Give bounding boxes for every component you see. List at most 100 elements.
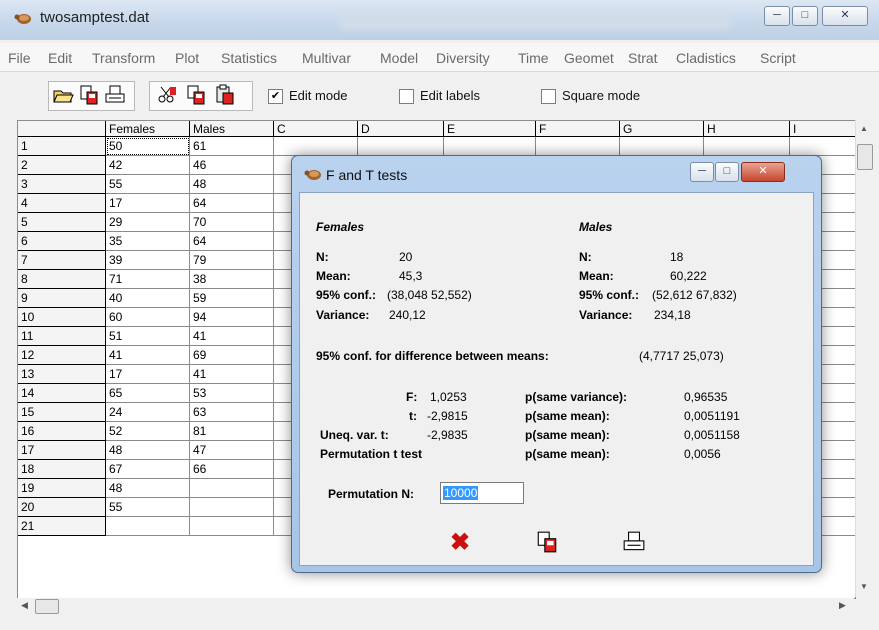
cell-males[interactable]: 79 bbox=[190, 251, 274, 270]
row-header[interactable]: 9 bbox=[18, 289, 106, 308]
row-header[interactable]: 3 bbox=[18, 175, 106, 194]
column-header[interactable]: C bbox=[274, 121, 358, 137]
cell-males[interactable]: 41 bbox=[190, 365, 274, 384]
cell-males[interactable]: 41 bbox=[190, 327, 274, 346]
cell-empty[interactable] bbox=[790, 137, 855, 156]
cell-empty[interactable] bbox=[620, 137, 704, 156]
cell-females[interactable]: 39 bbox=[106, 251, 190, 270]
paste-icon[interactable] bbox=[214, 84, 236, 106]
cell-females[interactable]: 55 bbox=[106, 498, 190, 517]
cancel-button[interactable]: ✖ bbox=[445, 528, 475, 558]
row-header[interactable]: 8 bbox=[18, 270, 106, 289]
row-header[interactable]: 11 bbox=[18, 327, 106, 346]
cell-females[interactable]: 67 bbox=[106, 460, 190, 479]
cell-females[interactable]: 41 bbox=[106, 346, 190, 365]
row-header[interactable]: 13 bbox=[18, 365, 106, 384]
menu-script[interactable]: Script bbox=[760, 50, 796, 66]
cell-males[interactable]: 46 bbox=[190, 156, 274, 175]
scroll-thumb[interactable] bbox=[857, 144, 873, 170]
cell-females[interactable]: 65 bbox=[106, 384, 190, 403]
row-header[interactable]: 10 bbox=[18, 308, 106, 327]
print-results-button[interactable] bbox=[622, 530, 646, 554]
cell-females[interactable]: 48 bbox=[106, 479, 190, 498]
cell-males[interactable]: 38 bbox=[190, 270, 274, 289]
column-header[interactable]: E bbox=[444, 121, 536, 137]
cell-females[interactable]: 50 bbox=[106, 137, 190, 156]
menu-multivar[interactable]: Multivar bbox=[302, 50, 351, 66]
square-mode-checkbox[interactable] bbox=[541, 89, 556, 104]
row-header[interactable]: 20 bbox=[18, 498, 106, 517]
cell-males[interactable]: 64 bbox=[190, 194, 274, 213]
horizontal-scrollbar[interactable]: ◀ ▶ bbox=[17, 598, 854, 615]
column-header[interactable]: D bbox=[358, 121, 444, 137]
edit-labels-checkbox[interactable] bbox=[399, 89, 414, 104]
cell-males[interactable]: 70 bbox=[190, 213, 274, 232]
menu-diversity[interactable]: Diversity bbox=[436, 50, 490, 66]
column-header[interactable]: H bbox=[704, 121, 790, 137]
menu-strat[interactable]: Strat bbox=[628, 50, 658, 66]
scroll-up-icon[interactable]: ▲ bbox=[858, 124, 870, 134]
column-header[interactable]: Males bbox=[190, 121, 274, 137]
scroll-down-icon[interactable]: ▼ bbox=[858, 582, 870, 592]
cell-females[interactable]: 29 bbox=[106, 213, 190, 232]
cell-females[interactable]: 42 bbox=[106, 156, 190, 175]
cell-females[interactable]: 48 bbox=[106, 441, 190, 460]
dialog-close-button[interactable]: ✕ bbox=[741, 162, 785, 182]
row-header[interactable]: 5 bbox=[18, 213, 106, 232]
cell-males[interactable]: 94 bbox=[190, 308, 274, 327]
save-icon[interactable] bbox=[78, 84, 100, 106]
permutation-n-input[interactable]: 10000 bbox=[440, 482, 524, 504]
column-header[interactable]: F bbox=[536, 121, 620, 137]
cell-empty[interactable] bbox=[444, 137, 536, 156]
cell-males[interactable]: 59 bbox=[190, 289, 274, 308]
print-icon[interactable] bbox=[104, 84, 126, 106]
dialog-maximize-button[interactable]: □ bbox=[715, 162, 739, 182]
menu-time[interactable]: Time bbox=[518, 50, 549, 66]
row-header[interactable]: 18 bbox=[18, 460, 106, 479]
cell-females[interactable]: 40 bbox=[106, 289, 190, 308]
cell-females[interactable] bbox=[106, 517, 190, 536]
row-header[interactable]: 19 bbox=[18, 479, 106, 498]
column-header[interactable]: Females bbox=[106, 121, 190, 137]
scroll-left-icon[interactable]: ◀ bbox=[21, 600, 28, 611]
cell-females[interactable]: 71 bbox=[106, 270, 190, 289]
cell-males[interactable]: 53 bbox=[190, 384, 274, 403]
cell-females[interactable]: 51 bbox=[106, 327, 190, 346]
menu-edit[interactable]: Edit bbox=[48, 50, 72, 66]
cell-males[interactable] bbox=[190, 517, 274, 536]
menu-file[interactable]: File bbox=[8, 50, 31, 66]
cut-icon[interactable] bbox=[156, 84, 178, 106]
cell-females[interactable]: 17 bbox=[106, 194, 190, 213]
menu-transform[interactable]: Transform bbox=[92, 50, 155, 66]
menu-model[interactable]: Model bbox=[380, 50, 418, 66]
cell-empty[interactable] bbox=[704, 137, 790, 156]
cell-males[interactable]: 81 bbox=[190, 422, 274, 441]
cell-females[interactable]: 52 bbox=[106, 422, 190, 441]
row-header[interactable]: 2 bbox=[18, 156, 106, 175]
row-header[interactable]: 12 bbox=[18, 346, 106, 365]
row-header[interactable]: 1 bbox=[18, 137, 106, 156]
cell-females[interactable]: 24 bbox=[106, 403, 190, 422]
row-header[interactable]: 14 bbox=[18, 384, 106, 403]
cell-males[interactable]: 47 bbox=[190, 441, 274, 460]
cell-empty[interactable] bbox=[358, 137, 444, 156]
row-header[interactable]: 16 bbox=[18, 422, 106, 441]
cell-males[interactable]: 63 bbox=[190, 403, 274, 422]
cell-males[interactable]: 66 bbox=[190, 460, 274, 479]
row-header[interactable]: 21 bbox=[18, 517, 106, 536]
cell-males[interactable] bbox=[190, 498, 274, 517]
cell-females[interactable]: 55 bbox=[106, 175, 190, 194]
scroll-right-icon[interactable]: ▶ bbox=[839, 600, 846, 611]
open-folder-icon[interactable] bbox=[52, 84, 74, 106]
minimize-button[interactable]: ─ bbox=[764, 6, 790, 26]
scroll-thumb-horizontal[interactable] bbox=[35, 599, 59, 614]
menu-geomet[interactable]: Geomet bbox=[564, 50, 614, 66]
cell-females[interactable]: 17 bbox=[106, 365, 190, 384]
maximize-button[interactable]: □ bbox=[792, 6, 818, 26]
cell-females[interactable]: 35 bbox=[106, 232, 190, 251]
row-header[interactable]: 15 bbox=[18, 403, 106, 422]
cell-males[interactable]: 48 bbox=[190, 175, 274, 194]
close-button[interactable]: ✕ bbox=[822, 6, 868, 26]
copy-results-button[interactable] bbox=[535, 530, 559, 554]
copy-icon[interactable] bbox=[185, 84, 207, 106]
